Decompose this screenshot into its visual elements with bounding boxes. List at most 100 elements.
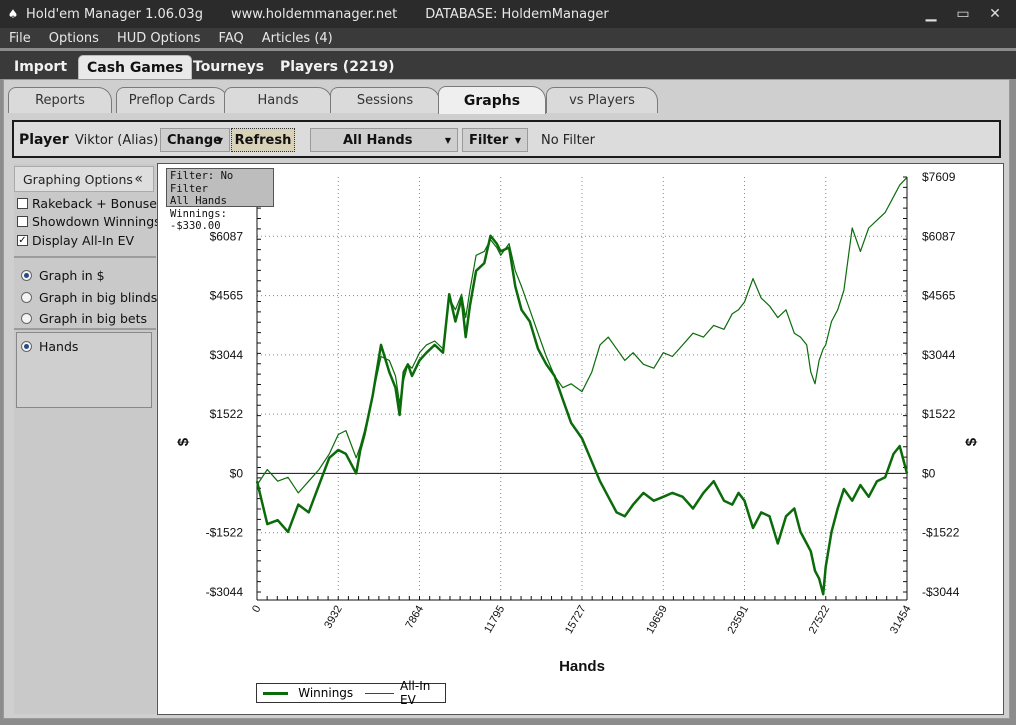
main-tabs: Import Cash Games Tourneys Players (2219… — [0, 51, 1016, 79]
graph-dollars-radio[interactable] — [21, 269, 32, 281]
player-label: Player — [19, 132, 69, 148]
legend-swatch-winnings — [263, 691, 289, 695]
hands-axis-radio[interactable] — [21, 340, 32, 352]
tab-reports[interactable]: Reports — [8, 87, 112, 113]
xaxis-options-box: Hands — [16, 332, 152, 408]
graph-bigbets-label: Graph in big bets — [39, 310, 148, 326]
x-tick-label: 11795 — [482, 604, 507, 636]
tick-labels: $7609$7609$6087$6087$4565$4565$3044$3044… — [175, 170, 980, 675]
x-tick-label: 15727 — [563, 604, 589, 636]
graph-bb-label: Graph in big blinds — [39, 289, 158, 305]
y-axis-title-right: $ — [963, 437, 980, 446]
rakeback-label: Rakeback + Bonuses — [32, 195, 164, 211]
legend-winnings: Winnings — [298, 686, 354, 700]
menu-file[interactable]: File — [0, 31, 40, 46]
tab-players[interactable]: Players (2219) — [272, 55, 403, 79]
tab-sessions[interactable]: Sessions — [330, 87, 440, 113]
y-tick-label-right: $3044 — [922, 348, 956, 362]
y-tick-label-left: -$3044 — [206, 585, 244, 599]
filter-info-line: Winnings: -$330.00 — [170, 207, 227, 233]
graph-dollars-label: Graph in $ — [39, 267, 105, 283]
winnings-chart: $7609$7609$6087$6087$4565$4565$3044$3044… — [175, 170, 980, 675]
hands-axis-label: Hands — [39, 338, 79, 354]
minimize-icon[interactable]: ▁ — [914, 0, 948, 28]
rakeback-checkbox[interactable] — [17, 197, 28, 209]
graph-bigbets-row[interactable]: Graph in big bets — [17, 309, 147, 327]
divider — [14, 328, 156, 330]
window-database: DATABASE: HoldemManager — [425, 6, 609, 22]
y-tick-label-left: $4565 — [210, 289, 244, 303]
x-tick-label: 23591 — [725, 604, 751, 636]
rakeback-checkbox-row[interactable]: Rakeback + Bonuses — [17, 194, 163, 212]
chevron-down-icon: ▼ — [514, 136, 521, 145]
player-name: Viktor (Alias) — [75, 133, 159, 148]
filter-info-line: All Hands — [170, 195, 227, 207]
filter-dropdown[interactable]: Filter ▼ — [462, 128, 528, 152]
chart-legend: Winnings All-In EV — [256, 679, 446, 707]
chevron-down-icon: ▼ — [216, 136, 223, 145]
tab-cash-games[interactable]: Cash Games — [78, 55, 193, 79]
graph-bb-row[interactable]: Graph in big blinds — [17, 288, 157, 306]
x-tick-label: 7864 — [403, 604, 426, 631]
grid-lines — [257, 177, 907, 592]
graphing-options-panel: Graphing Options « Rakeback + Bonuses Sh… — [14, 164, 163, 714]
divider — [14, 256, 156, 258]
menu-hud-options[interactable]: HUD Options — [108, 31, 210, 46]
y-tick-label-right: -$1522 — [922, 526, 960, 540]
allin-ev-label: Display All-In EV — [32, 232, 135, 248]
window-url: www.holdemmanager.net — [230, 6, 398, 22]
legend-swatch-allin-ev — [365, 692, 394, 694]
collapse-icon[interactable]: « — [134, 171, 143, 187]
menu-options[interactable]: Options — [40, 31, 108, 46]
change-player-button[interactable]: Change ▼ — [160, 128, 230, 152]
y-tick-label-right: $0 — [922, 466, 936, 480]
hands-filter-label: All Hands — [343, 132, 413, 148]
x-tick-label: 3932 — [322, 604, 345, 631]
x-tick-label: 19659 — [644, 604, 670, 636]
player-bar: Player Viktor (Alias) Change ▼ Refresh A… — [12, 120, 1001, 158]
spade-app-icon: ♠ — [7, 7, 19, 21]
menu-bar: File Options HUD Options FAQ Articles (4… — [0, 28, 1016, 48]
showdown-checkbox-row[interactable]: Showdown Winnings — [17, 212, 161, 230]
tab-tourneys[interactable]: Tourneys — [185, 55, 272, 79]
chevron-down-icon: ▼ — [444, 136, 451, 145]
graphing-options-header[interactable]: Graphing Options « — [14, 166, 154, 192]
x-tick-label: 0 — [250, 604, 263, 615]
tab-preflop-cards[interactable]: Preflop Cards — [116, 87, 228, 113]
graph-bb-radio[interactable] — [21, 291, 32, 303]
hands-axis-row[interactable]: Hands — [17, 337, 78, 355]
tab-graphs[interactable]: Graphs — [438, 86, 546, 114]
showdown-checkbox[interactable] — [17, 215, 28, 227]
legend-allin-ev: All-In EV — [400, 679, 431, 707]
y-axis-title-left: $ — [175, 437, 192, 446]
allin-ev-checkbox-row[interactable]: ✓ Display All-In EV — [17, 231, 134, 249]
graph-filter-info: Filter: No Filter All Hands Winnings: -$… — [166, 168, 274, 232]
graph-dollars-row[interactable]: Graph in $ — [17, 266, 105, 284]
close-icon[interactable]: ✕ — [978, 0, 1012, 28]
tab-hands[interactable]: Hands — [224, 87, 332, 113]
y-tick-label-left: $0 — [230, 466, 244, 480]
showdown-label: Showdown Winnings — [32, 213, 161, 229]
tab-vs-players[interactable]: vs Players — [546, 87, 658, 113]
axes — [256, 176, 908, 601]
y-tick-label-right: $6087 — [922, 229, 956, 243]
allin-ev-checkbox[interactable]: ✓ — [17, 234, 28, 246]
x-axis-title: Hands — [559, 658, 605, 675]
graph-bigbets-radio[interactable] — [21, 312, 32, 324]
y-tick-label-left: $1522 — [210, 407, 244, 421]
window-title: Hold'em Manager 1.06.03g — [26, 6, 203, 22]
maximize-icon[interactable]: ▭ — [946, 0, 980, 28]
x-tick-label: 27522 — [807, 604, 833, 636]
y-tick-label-right: $4565 — [922, 289, 956, 303]
refresh-button[interactable]: Refresh — [231, 128, 295, 152]
menu-articles[interactable]: Articles (4) — [253, 31, 342, 46]
y-tick-label-left: $3044 — [210, 348, 244, 362]
y-tick-label-left: -$1522 — [206, 526, 244, 540]
filter-button-label: Filter — [469, 132, 509, 148]
y-tick-label-right: $7609 — [922, 170, 956, 184]
tab-import[interactable]: Import — [6, 55, 75, 79]
menu-faq[interactable]: FAQ — [210, 31, 253, 46]
y-tick-label-right: -$3044 — [922, 585, 960, 599]
filter-info-line: Filter: No Filter — [170, 170, 234, 195]
hands-filter-dropdown[interactable]: All Hands ▼ — [310, 128, 458, 152]
